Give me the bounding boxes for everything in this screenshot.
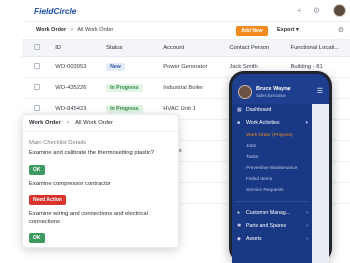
add-icon[interactable]: + bbox=[297, 6, 302, 15]
nav-label: Dashboard bbox=[246, 107, 272, 113]
chevron-right-icon: › bbox=[306, 210, 308, 216]
page-toolbar: Work Order > All Work Order Add New Export… bbox=[22, 22, 350, 40]
cell-status: In Progress bbox=[94, 77, 152, 99]
breadcrumb-root[interactable]: Work Order bbox=[36, 27, 66, 33]
checklist-task-list: Examine and calibrate the thermosetting … bbox=[29, 150, 172, 249]
nav-item-work-activities[interactable]: ■ Work Activities ▾ bbox=[232, 117, 312, 130]
column-header-status[interactable]: Status bbox=[94, 40, 152, 57]
mobile-nav-drawer: ▦ Dashboard ■ Work Activities ▾ Work Order… bbox=[232, 104, 312, 263]
user-avatar[interactable] bbox=[333, 4, 346, 17]
checklist-card: Work Order > All Work Order Main Checkli… bbox=[22, 114, 179, 248]
cell-account: Power Generator bbox=[151, 56, 218, 78]
row-checkbox[interactable] bbox=[22, 77, 44, 99]
nav-item-customer-management[interactable]: ● Customer Manag... › bbox=[232, 207, 312, 220]
mobile-user-avatar[interactable] bbox=[238, 85, 252, 99]
app-logo: FieldCircle bbox=[34, 6, 77, 16]
column-header-contact[interactable]: Contact Person bbox=[217, 40, 279, 57]
mobile-user-name: Bruce Wayne bbox=[256, 86, 291, 92]
settings-icon[interactable]: ⚙ bbox=[313, 6, 320, 15]
checklist-item-text: Examine compressor contractor bbox=[29, 180, 111, 187]
checklist-result-badge[interactable]: OK bbox=[29, 233, 45, 243]
select-all-checkbox[interactable] bbox=[22, 40, 44, 57]
column-header-account[interactable]: Account bbox=[151, 40, 218, 57]
mobile-device: Bruce Wayne Sales Executive ▾ ☰ ▦ Dashboa… bbox=[229, 71, 332, 263]
submenu-item[interactable]: Preventive Maintenance bbox=[232, 163, 312, 174]
nav-label: Work Activities bbox=[246, 120, 280, 126]
mobile-user-role: Sales Executive bbox=[256, 93, 286, 98]
chevron-down-icon: ▾ bbox=[305, 120, 308, 126]
card-breadcrumb-current: All Work Order bbox=[75, 120, 114, 126]
nav-item-assets[interactable]: ◆ Assets › bbox=[232, 233, 312, 246]
wrench-icon: ✱ bbox=[237, 223, 242, 229]
row-checkbox[interactable] bbox=[22, 56, 44, 78]
chevron-right-icon: › bbox=[306, 223, 308, 229]
nav-label: Customer Manag... bbox=[246, 210, 291, 216]
column-header-id[interactable]: ID bbox=[43, 40, 95, 57]
cell-status: New bbox=[94, 56, 152, 78]
mobile-content-backdrop bbox=[312, 104, 329, 263]
status-badge: New bbox=[106, 62, 125, 71]
submenu-item[interactable]: Failed Items bbox=[232, 174, 312, 185]
chevron-right-icon: › bbox=[306, 236, 308, 242]
top-bar: FieldCircle + ⚙ bbox=[22, 0, 350, 22]
cell-account: Industrial Boiler bbox=[151, 77, 218, 99]
chevron-down-icon: ▾ bbox=[295, 27, 299, 33]
column-header-location[interactable]: Functional Locati... bbox=[278, 40, 350, 57]
table-header-row: ID Status Account Contact Person Functio… bbox=[22, 40, 350, 57]
checklist-item: Examine wiring and connections and elect… bbox=[29, 211, 172, 249]
card-breadcrumb-separator: > bbox=[66, 120, 70, 126]
briefcase-icon: ■ bbox=[237, 120, 241, 126]
nav-item-parts-and-spares[interactable]: ✱ Parts and Spares › bbox=[232, 220, 312, 233]
hamburger-menu-icon[interactable]: ☰ bbox=[317, 87, 323, 95]
grid-icon: ▦ bbox=[237, 107, 242, 113]
checklist-result-badge[interactable]: OK bbox=[29, 164, 45, 175]
export-dropdown[interactable]: Export ▾ bbox=[277, 27, 299, 33]
nav-label: Parts and Spares bbox=[246, 223, 287, 229]
submenu-item[interactable]: Tasks bbox=[232, 152, 312, 163]
submenu-item[interactable]: Service Requests bbox=[232, 185, 312, 196]
breadcrumb-separator: > bbox=[70, 27, 74, 33]
card-breadcrumb: Work Order > All Work Order bbox=[23, 115, 178, 132]
checklist-section-title: Main Checklist Details bbox=[29, 140, 87, 146]
breadcrumb: Work Order > All Work Order bbox=[36, 27, 113, 33]
submenu-item[interactable]: Work Order (Projects) bbox=[232, 130, 312, 141]
column-settings-icon[interactable]: ⚙ bbox=[338, 26, 344, 34]
box-icon: ◆ bbox=[237, 236, 241, 242]
breadcrumb-current: All Work Order bbox=[77, 27, 114, 33]
export-label: Export bbox=[277, 27, 295, 33]
mobile-header: Bruce Wayne Sales Executive ▾ ☰ bbox=[232, 74, 329, 104]
card-breadcrumb-root[interactable]: Work Order bbox=[29, 120, 61, 126]
checklist-item-text: Examine and calibrate the thermosetting … bbox=[29, 150, 155, 156]
checklist-item: Examine compressor contractor Need Action bbox=[29, 181, 172, 212]
nav-divider bbox=[236, 201, 308, 202]
mobile-screen: Bruce Wayne Sales Executive ▾ ☰ ▦ Dashboa… bbox=[232, 74, 329, 263]
submenu-item[interactable]: Jobs bbox=[232, 141, 312, 152]
status-badge: In Progress bbox=[106, 83, 143, 92]
topbar-icons: + ⚙ bbox=[288, 6, 320, 15]
nav-label: Assets bbox=[246, 236, 262, 242]
chevron-down-icon[interactable]: ▾ bbox=[287, 87, 290, 93]
checklist-item-text: Examine wiring and connections and elect… bbox=[29, 211, 148, 225]
cell-id[interactable]: WO-435226 bbox=[43, 77, 95, 99]
nav-item-dashboard[interactable]: ▦ Dashboard bbox=[232, 104, 312, 117]
checklist-item: Examine and calibrate the thermosetting … bbox=[29, 150, 172, 181]
status-badge: In Progress bbox=[106, 104, 143, 113]
cell-id[interactable]: WO-003953 bbox=[43, 56, 95, 78]
add-new-button[interactable]: Add New bbox=[236, 26, 268, 36]
work-activities-submenu: Work Order (Projects) Jobs Tasks Preventive… bbox=[232, 130, 312, 196]
users-icon: ● bbox=[237, 210, 241, 216]
checklist-result-badge[interactable]: Need Action bbox=[29, 195, 66, 205]
